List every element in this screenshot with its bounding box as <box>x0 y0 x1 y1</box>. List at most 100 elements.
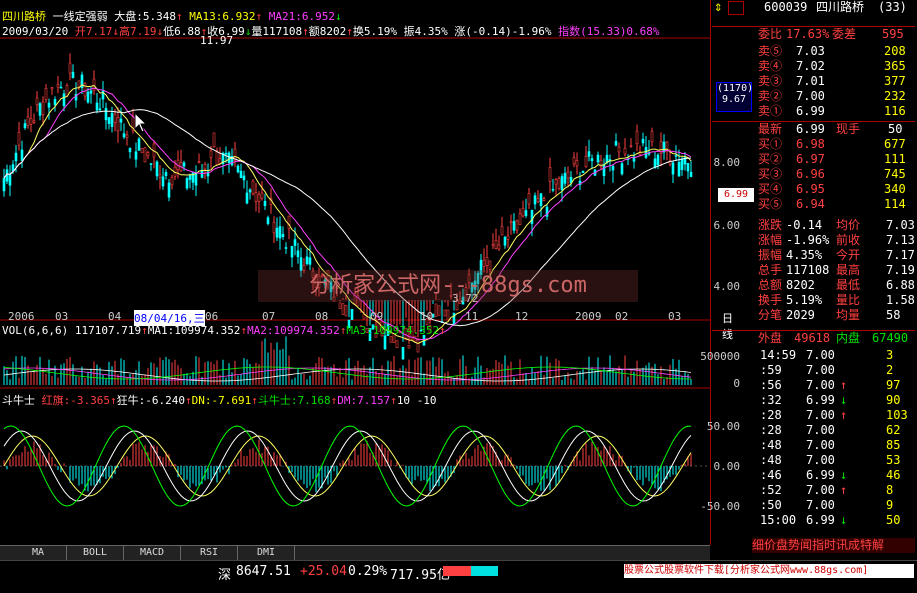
vol-value: 117107.719 <box>74 324 142 337</box>
tab-rsi[interactable]: RSI <box>181 546 238 560</box>
x-label: 07 <box>262 310 276 323</box>
x-label: 06 <box>205 310 219 323</box>
tick-row: :50 7.00 9 <box>760 498 894 512</box>
weibi-label: 委比 <box>758 27 783 41</box>
market-label: 深 <box>218 568 232 583</box>
mouse-cursor-icon <box>134 112 148 133</box>
weicha-label: 委差 <box>832 27 857 41</box>
ind-kuangniu: 狂牛:-6.240 <box>116 394 185 407</box>
indicator-header: 斗牛士 红旗:-3.365↑狂牛:-6.240↑DN:-7.691↑斗牛士:7.… <box>2 394 437 407</box>
vol-label: VOL(6,6,6) <box>2 324 69 337</box>
waipan-label: 外盘 <box>758 331 783 345</box>
stat-row: 分笔 2029 均量 58 <box>758 308 901 322</box>
ma13-value: MA13:6.932 <box>189 10 256 23</box>
box-icon[interactable] <box>728 1 744 15</box>
tab-boll[interactable]: BOLL <box>67 546 124 560</box>
neipan-label: 内盘 <box>836 331 861 345</box>
ad-bar <box>443 566 498 576</box>
up-arrow-icon[interactable]: ⇕ <box>714 0 722 15</box>
x-label: 11 <box>465 310 479 323</box>
waipan-value: 49618 <box>794 331 831 345</box>
x-label: 10 <box>420 310 434 323</box>
tick-row: :46 6.99 ↓ 46 <box>760 468 901 482</box>
vol-ma1: MA1:109974.352 <box>147 324 241 337</box>
neipan-value: 67490 <box>872 331 909 345</box>
watermark: 分析家公式网---88gs.com <box>258 270 638 302</box>
stock-name: 四川路桥 <box>2 10 46 23</box>
tab-macd[interactable]: MACD <box>124 546 181 560</box>
tick-row: :59 7.00 2 <box>760 363 894 377</box>
low-value: 低6.88 <box>163 25 201 38</box>
x-label: 2009 <box>575 310 602 323</box>
x-label: 12 <box>515 310 529 323</box>
ind-dn: DN:-7.691 <box>191 394 252 407</box>
chart-area[interactable]: 四川路桥 一线定强弱 大盘:5.348↑ MA13:6.932↑ MA21:6.… <box>0 0 754 545</box>
tick-row: :48 7.00 85 <box>760 438 901 452</box>
tick-row: :52 7.00 ↑ 8 <box>760 483 894 497</box>
vol-ma3: MA3:109974.352 <box>346 324 440 337</box>
panel-bottom-tabs[interactable]: 细价盘势闻指时讯成特解 <box>752 538 915 553</box>
latest-label: 最新 <box>758 122 783 136</box>
buy-row: 买③ 6.96 745 <box>758 167 906 181</box>
xianshou-value: 50 <box>888 122 903 136</box>
market-pct: 0.29% <box>348 564 388 579</box>
ma21-value: MA21:6.952 <box>268 10 335 23</box>
stat-row: 振幅 4.35% 今开 7.17 <box>758 248 915 262</box>
stock-num: (33) <box>878 0 907 14</box>
high-marker: 11.97 <box>200 34 234 47</box>
tick-row: :48 7.00 53 <box>760 453 901 467</box>
chart-header-line1: 四川路桥 一线定强弱 大盘:5.348↑ MA13:6.932↑ MA21:6.… <box>2 10 342 23</box>
high-value: 高7.19 <box>118 25 157 38</box>
market-amount: 717.95亿 <box>390 568 450 583</box>
indicator-name: 一线定强弱 <box>52 10 108 23</box>
market-index: 8647.51 <box>236 564 291 579</box>
sell-row: 卖① 6.99 116 <box>758 104 906 118</box>
stat-row: 总额 8202 最低 6.88 <box>758 278 915 292</box>
stat-row: 总手 117108 最高 7.19 <box>758 263 915 277</box>
tab-ma[interactable]: MA <box>10 546 67 560</box>
vol-ma2: MA2:109974.352 <box>247 324 340 337</box>
x-label: 03 <box>55 310 69 323</box>
status-bar: 深 8647.51 +25.04 0.29% 717.95亿 股票公式股票软件下… <box>0 560 917 593</box>
tick-row: 15:00 6.99 ↓ 50 <box>760 513 901 527</box>
index-value: 指数(15.33)0.68% <box>558 25 660 38</box>
sell-row: 卖④ 7.02 365 <box>758 59 906 73</box>
stat-row: 涨幅 -1.96% 前收 7.13 <box>758 233 915 247</box>
x-label: 02 <box>615 310 629 323</box>
quote-panel: ⇕ 600039 四川路桥 (33) 委比 17.63% 委差 595 卖⑤ 7.… <box>712 0 915 560</box>
amount-value: 额8202 <box>308 25 347 38</box>
ind-p2: -10 <box>416 394 437 407</box>
amplitude-value: 振4.35% <box>403 25 448 38</box>
x-label: 09 <box>370 310 384 323</box>
stock-code: 600039 <box>764 0 808 14</box>
tick-row: 14:59 7.00 3 <box>760 348 894 362</box>
ind-p1: 10 <box>396 394 411 407</box>
weibi-value: 17.63% <box>786 27 830 41</box>
stat-row: 换手 5.19% 量比 1.58 <box>758 293 915 307</box>
x-label: 2006 <box>8 310 35 323</box>
x-label: 08 <box>315 310 329 323</box>
tick-row: :56 7.00 ↑ 97 <box>760 378 901 392</box>
x-label: 04 <box>108 310 122 323</box>
dapan-value: 大盘:5.348 <box>114 10 176 23</box>
vol-header: VOL(6,6,6) 117107.719↑MA1:109974.352↑MA2… <box>2 324 446 337</box>
volume-value: 量117108 <box>251 25 303 38</box>
ad-link[interactable]: 股票公式股票软件下载[分析家公式网www.88gs.com] <box>624 564 914 578</box>
sell-row: 卖⑤ 7.03 208 <box>758 44 906 58</box>
market-change: +25.04 <box>300 564 347 579</box>
open-value: 开7.17 <box>74 25 113 38</box>
stock-name-panel: 四川路桥 <box>816 0 865 14</box>
ind-doushi: 斗牛士:7.168 <box>257 394 331 407</box>
change-value: 涨(-0.14)-1.96% <box>454 25 552 38</box>
buy-row: 买⑤ 6.94 114 <box>758 197 906 211</box>
tick-row: :28 7.00 62 <box>760 423 901 437</box>
ind-hongjin: 红旗:-3.365 <box>41 394 110 407</box>
buy-row: 买④ 6.95 340 <box>758 182 906 196</box>
weicha-value: 595 <box>882 27 904 41</box>
tab-dmi[interactable]: DMI <box>238 546 295 560</box>
sell-row: 卖③ 7.01 377 <box>758 74 906 88</box>
tick-row: :32 6.99 ↓ 90 <box>760 393 901 407</box>
xianshou-label: 现手 <box>836 122 861 136</box>
x-label: 03 <box>668 310 682 323</box>
buy-row: 买① 6.98 677 <box>758 137 906 151</box>
